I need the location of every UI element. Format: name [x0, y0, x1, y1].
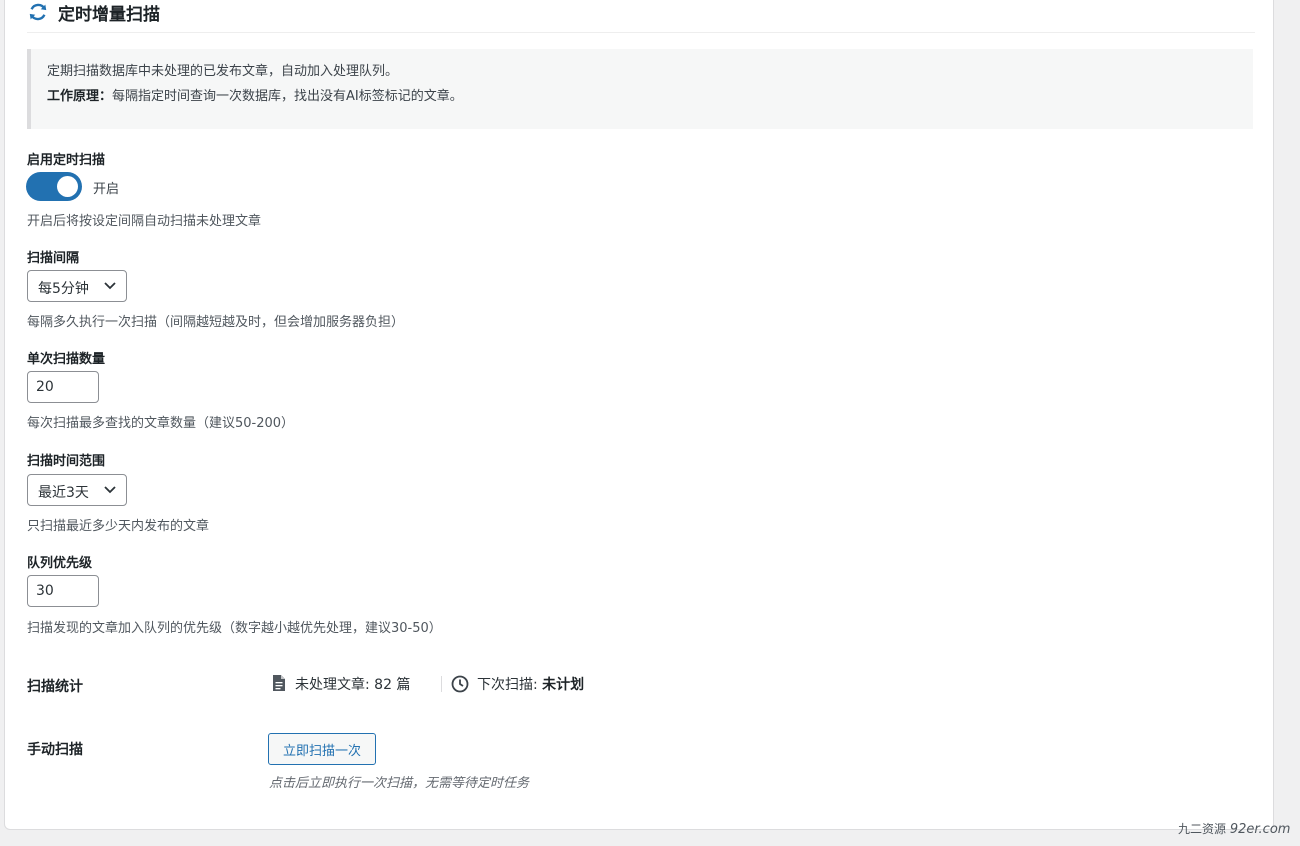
queue-priority-label: 队列优先级 [27, 556, 93, 571]
chevron-down-icon [104, 486, 116, 494]
watermark-cn: 九二资源 [1178, 822, 1227, 836]
next-scan-label: 下次扫描: [477, 677, 543, 693]
enable-scan-toggle[interactable] [26, 172, 82, 201]
principle-text: 每隔指定时间查询一次数据库，找出没有AI标签标记的文章。 [112, 89, 463, 104]
time-range-label: 扫描时间范围 [27, 454, 106, 469]
toggle-state-text: 开启 [93, 182, 120, 197]
refresh-icon [29, 3, 47, 21]
batch-size-input[interactable] [27, 371, 99, 403]
scan-interval-select[interactable]: 每5分钟 [27, 270, 127, 302]
next-scan: 下次扫描: 未计划 [477, 674, 584, 694]
time-range-value: 最近3天 [38, 485, 89, 501]
batch-size-label: 单次扫描数量 [27, 352, 106, 367]
next-scan-value: 未计划 [542, 677, 585, 693]
time-range-description: 只扫描最近多少天内发布的文章 [27, 519, 210, 534]
enable-scan-description: 开启后将按设定间隔自动扫描未处理文章 [27, 214, 262, 229]
stats-divider [441, 676, 442, 692]
manual-scan-label: 手动扫描 [27, 742, 83, 758]
chevron-down-icon [104, 282, 116, 290]
enable-scan-label: 启用定时扫描 [27, 153, 106, 168]
queue-priority-input[interactable] [27, 575, 99, 607]
principle-label: 工作原理： [47, 89, 113, 104]
scan-stats-label: 扫描统计 [27, 679, 83, 695]
notice-principle: 工作原理：每隔指定时间查询一次数据库，找出没有AI标签标记的文章。 [47, 85, 463, 104]
scan-interval-description: 每隔多久执行一次扫描（间隔越短越及时，但会增加服务器负担） [27, 315, 405, 330]
scan-interval-value: 每5分钟 [38, 281, 89, 297]
watermark: 九二资源 92er.com [1178, 820, 1290, 837]
notice-description: 定期扫描数据库中未处理的已发布文章，自动加入处理队列。 [47, 64, 399, 79]
section-header: 定时增量扫描 [27, 0, 1255, 33]
scan-now-button[interactable]: 立即扫描一次 [268, 733, 376, 765]
settings-card: 定时增量扫描 定期扫描数据库中未处理的已发布文章，自动加入处理队列。 工作原理：… [4, 0, 1274, 830]
scan-interval-label: 扫描间隔 [27, 251, 80, 266]
section-title: 定时增量扫描 [58, 5, 160, 25]
queue-priority-description: 扫描发现的文章加入队列的优先级（数字越小越优先处理，建议30-50） [27, 621, 442, 636]
toggle-knob [57, 176, 78, 197]
time-range-select[interactable]: 最近3天 [27, 474, 127, 506]
manual-scan-note: 点击后立即执行一次扫描，无需等待定时任务 [269, 776, 530, 791]
watermark-en: 92er.com [1229, 822, 1291, 837]
document-icon [273, 675, 285, 691]
info-notice: 定期扫描数据库中未处理的已发布文章，自动加入处理队列。 工作原理：每隔指定时间查… [27, 49, 1253, 129]
unprocessed-count: 未处理文章: 82 篇 [295, 677, 411, 693]
clock-icon [451, 675, 469, 693]
batch-size-description: 每次扫描最多查找的文章数量（建议50-200） [27, 416, 295, 431]
